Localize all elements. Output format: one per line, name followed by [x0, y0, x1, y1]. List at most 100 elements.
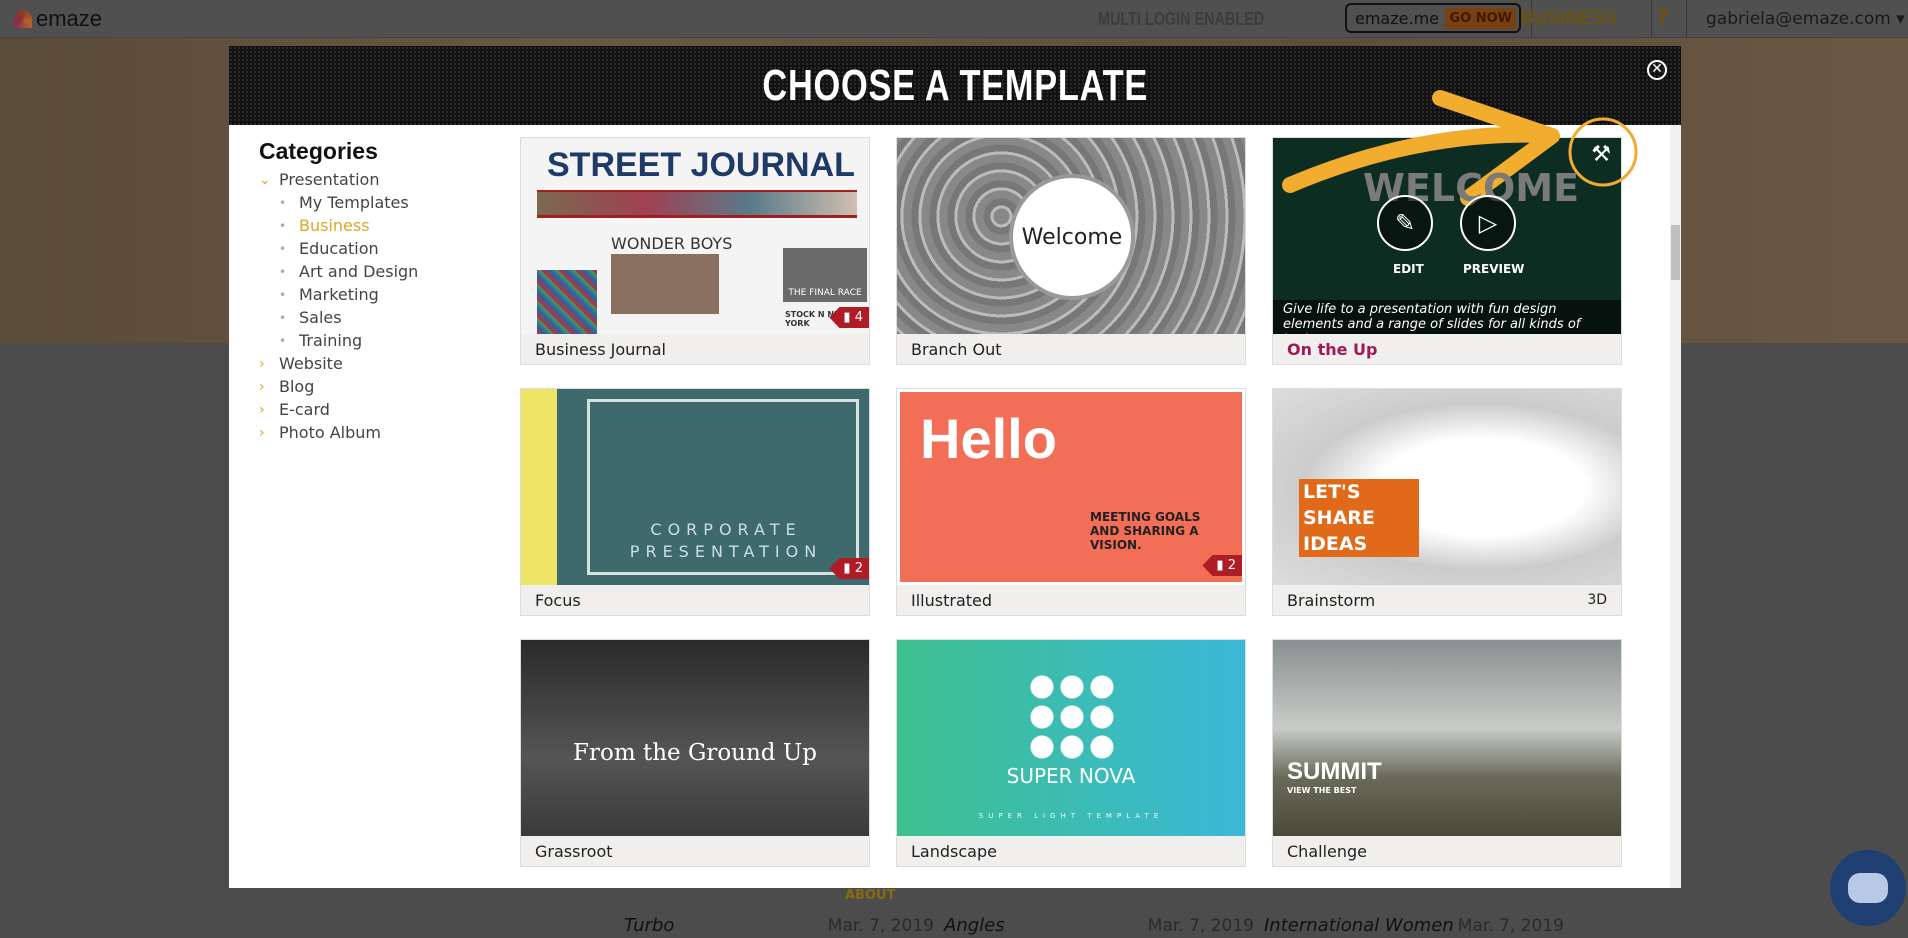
emaze-me-button[interactable]: emaze.me GO NOW: [1345, 3, 1521, 33]
category-e-card[interactable]: › E-card: [259, 398, 418, 421]
thumb-caption: THE FINAL RACE: [783, 248, 867, 302]
subcategory-label: Education: [299, 239, 379, 258]
badge-count: 2: [854, 561, 863, 576]
categories-sidebar: Categories ⌄ Presentation • My Templates •…: [259, 138, 418, 444]
subcategory-business[interactable]: • Business: [259, 214, 418, 237]
subcategory-label: My Templates: [299, 193, 409, 212]
template-card-brainstorm[interactable]: LET'S SHARE IDEAS Brainstorm 3D: [1272, 388, 1622, 616]
bg-card-date: Mar. 7, 2019: [1457, 916, 1564, 936]
divider: [1686, 0, 1687, 38]
subcategory-sales[interactable]: • Sales: [259, 306, 418, 329]
edit-button[interactable]: ✎: [1377, 195, 1433, 251]
3d-tag: 3D: [1587, 592, 1607, 608]
user-menu[interactable]: gabriela@emaze.com ▾: [1706, 9, 1905, 29]
choose-template-modal: CHOOSE A TEMPLATE ✕ Categories ⌄ Presenta…: [229, 46, 1681, 888]
bg-card[interactable]: International Women Mar. 7, 2019: [1264, 888, 1564, 938]
preview-button[interactable]: ▷: [1460, 195, 1516, 251]
help-button[interactable]: ?: [1656, 6, 1669, 31]
template-name: Focus: [535, 591, 581, 610]
template-card-landscape[interactable]: SUPER NOVA SUPER LIGHT TEMPLATE Landscap…: [896, 639, 1246, 867]
template-name: Brainstorm 3D: [1273, 585, 1621, 616]
chevron-right-icon: ›: [259, 378, 265, 395]
bg-card[interactable]: Turbo Mar. 7, 2019: [624, 888, 934, 938]
slides-count-badge: ▮ 2: [1202, 555, 1242, 576]
category-photo-album[interactable]: › Photo Album: [259, 421, 418, 444]
template-card-grassroot[interactable]: From the Ground Up Grassroot: [520, 639, 870, 867]
scrollbar-thumb[interactable]: [1671, 225, 1680, 280]
chevron-right-icon: ›: [259, 355, 265, 372]
logo-text: emaze: [36, 6, 103, 31]
subcategory-marketing[interactable]: • Marketing: [259, 283, 418, 306]
preview-label: PREVIEW: [1463, 262, 1525, 276]
thumb-subtitle: SUPER LIGHT TEMPLATE: [978, 812, 1164, 820]
category-website[interactable]: › Website: [259, 352, 418, 375]
modal-header: CHOOSE A TEMPLATE ✕: [229, 46, 1681, 125]
badge-count: 4: [854, 310, 863, 325]
bg-card-title: International Women: [1264, 915, 1454, 936]
template-thumbnail: CORPORATE PRESENTATION ▮ 2: [521, 389, 869, 585]
bullet-icon: •: [279, 195, 287, 210]
emaze-logo-icon: [14, 10, 32, 28]
top-nav-bar: emaze MULTI LOGIN ENABLED emaze.me GO NOW…: [0, 0, 1908, 38]
chevron-right-icon: ›: [259, 401, 265, 418]
template-card-branch-out[interactable]: Welcome Branch Out: [896, 137, 1246, 365]
chevron-down-icon: ⌄: [259, 171, 271, 188]
thumb-subtitle: WONDER BOYS: [611, 234, 733, 253]
modal-scrollbar[interactable]: [1670, 125, 1681, 888]
bg-card[interactable]: Angles Mar. 7, 2019: [944, 888, 1254, 938]
go-now-label: GO NOW: [1445, 7, 1516, 29]
multi-login-label: MULTI LOGIN ENABLED: [1098, 9, 1265, 29]
bullet-icon: •: [279, 310, 287, 325]
thumb-title: SUPER NOVA: [1006, 764, 1136, 788]
template-card-focus[interactable]: CORPORATE PRESENTATION ▮ 2 Focus: [520, 388, 870, 616]
template-thumbnail: SUPER NOVA SUPER LIGHT TEMPLATE: [897, 640, 1245, 836]
bullet-icon: •: [279, 333, 287, 348]
thumb-title: Welcome: [1009, 174, 1135, 300]
category-label: Blog: [279, 377, 315, 396]
bullet-icon: •: [279, 218, 287, 233]
template-card-on-the-up[interactable]: WELCOME ✎ EDIT ▷ PREVIEW ⚒ Give life to …: [1272, 137, 1622, 365]
template-card-business-journal[interactable]: STREET JOURNAL WONDER BOYS THE FINAL RAC…: [520, 137, 870, 365]
template-thumbnail: From the Ground Up: [521, 640, 869, 836]
template-thumbnail: SUMMIT VIEW THE BEST: [1273, 640, 1621, 836]
chevron-right-icon: ›: [259, 424, 265, 441]
divider: [1651, 0, 1652, 38]
wrench-screwdriver-icon[interactable]: ⚒: [1591, 142, 1611, 167]
bullet-icon: •: [279, 264, 287, 279]
template-name: On the Up: [1287, 340, 1378, 359]
subcategory-my-templates[interactable]: • My Templates: [259, 191, 418, 214]
template-description: Give life to a presentation with fun des…: [1273, 300, 1621, 334]
template-card-illustrated[interactable]: Hello MEETING GOALS AND SHARING A VISION…: [896, 388, 1246, 616]
categories-heading: Categories: [259, 138, 378, 164]
category-label: E-card: [279, 400, 330, 419]
emaze-logo[interactable]: emaze: [14, 6, 102, 32]
subcategory-training[interactable]: • Training: [259, 329, 418, 352]
bg-card-title: Angles: [944, 915, 1005, 936]
chat-bot-button[interactable]: [1830, 850, 1906, 926]
template-thumbnail: STREET JOURNAL WONDER BOYS THE FINAL RAC…: [521, 138, 869, 334]
template-name: Branch Out: [911, 340, 1002, 359]
category-presentation[interactable]: ⌄ Presentation: [259, 168, 418, 191]
bg-card-date: Mar. 7, 2019: [1147, 916, 1254, 936]
edit-label: EDIT: [1393, 262, 1424, 276]
bg-card-title: Turbo: [624, 915, 675, 936]
category-label: Presentation: [279, 170, 380, 189]
template-name: Grassroot: [535, 842, 613, 861]
modal-title: CHOOSE A TEMPLATE: [762, 60, 1148, 110]
play-icon: ▷: [1478, 209, 1498, 237]
close-icon[interactable]: ✕: [1647, 60, 1667, 80]
plan-link[interactable]: BUSINESS: [1520, 8, 1617, 30]
template-name: Landscape: [911, 842, 997, 861]
template-thumbnail: Welcome: [897, 138, 1245, 334]
template-thumbnail: WELCOME ✎ EDIT ▷ PREVIEW ⚒ Give life to …: [1273, 138, 1621, 334]
chat-icon: [1848, 873, 1888, 903]
category-blog[interactable]: › Blog: [259, 375, 418, 398]
template-card-challenge[interactable]: SUMMIT VIEW THE BEST Challenge: [1272, 639, 1622, 867]
subcategory-label: Business: [299, 216, 370, 235]
bg-card-date: Mar. 7, 2019: [827, 916, 934, 936]
slides-icon: ▮: [843, 310, 855, 325]
bullet-icon: •: [279, 287, 287, 302]
subcategory-education[interactable]: • Education: [259, 237, 418, 260]
thumb-subtitle: MEETING GOALS AND SHARING A VISION.: [1090, 510, 1201, 552]
subcategory-art-and-design[interactable]: • Art and Design: [259, 260, 418, 283]
